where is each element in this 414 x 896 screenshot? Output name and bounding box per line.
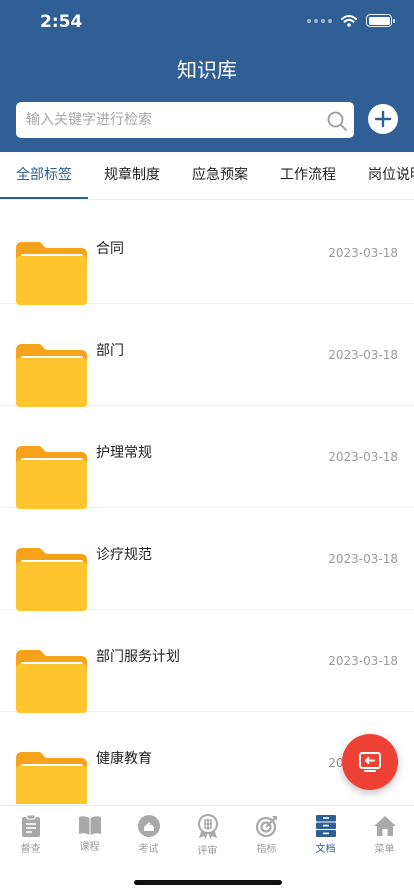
tabbar-label: 课程	[79, 842, 100, 853]
plus-icon	[374, 110, 392, 128]
tabbar-label: 菜单	[374, 844, 395, 855]
document-date: 2023-03-18	[328, 348, 398, 362]
document-date: 2023-03-18	[328, 450, 398, 464]
add-button[interactable]	[368, 104, 398, 134]
tabbar-item-menu[interactable]: 菜单	[355, 814, 414, 855]
screen-switch-icon	[359, 752, 381, 772]
status-icons	[307, 14, 395, 27]
wifi-icon	[341, 14, 357, 27]
cabinet-icon	[315, 815, 336, 837]
tabbar-item-review[interactable]: 评审	[178, 814, 237, 857]
list-item[interactable]: 部门服务计划 2023-03-18	[0, 610, 414, 713]
document-name: 健康教育	[96, 751, 152, 767]
folder-icon	[16, 548, 87, 611]
document-list: 合同 2023-03-18 部门 2023-03-18 护理常规 2023-03…	[0, 202, 414, 804]
tab-regulations[interactable]: 规章制度	[104, 152, 160, 199]
tabbar-item-metrics[interactable]: 指标	[237, 814, 296, 855]
medal-icon	[197, 814, 218, 839]
book-icon	[78, 816, 101, 835]
status-time: 2:54	[40, 12, 83, 32]
list-item[interactable]: 合同 2023-03-18	[0, 202, 414, 305]
folder-icon	[16, 650, 87, 713]
active-tab-indicator	[0, 197, 88, 199]
document-name: 部门	[96, 343, 124, 359]
search-input[interactable]	[16, 102, 316, 138]
tabbar-item-courses[interactable]: 课程	[60, 814, 119, 853]
folder-icon	[16, 446, 87, 509]
home-indicator	[134, 880, 282, 885]
document-name: 护理常规	[96, 445, 152, 461]
tab-all[interactable]: 全部标签	[16, 152, 72, 199]
tabbar-label: 指标	[256, 844, 277, 855]
list-item[interactable]: 护理常规 2023-03-18	[0, 406, 414, 509]
tab-workflows[interactable]: 工作流程	[280, 152, 336, 199]
battery-icon	[366, 14, 395, 27]
tabbar-item-exam[interactable]: 考试	[119, 814, 178, 855]
tabbar-item-inspection[interactable]: 督查	[1, 814, 60, 855]
folder-icon	[16, 344, 87, 407]
document-name: 诊疗规范	[96, 547, 152, 563]
document-name: 部门服务计划	[96, 649, 180, 665]
document-date: 2023-03-18	[328, 246, 398, 260]
tabbar-label: 文档	[315, 844, 336, 855]
search-box[interactable]	[16, 102, 354, 138]
category-tabs: 全部标签 规章制度 应急预案 工作流程 岗位说明	[0, 152, 414, 200]
header: 2:54 知识库	[0, 0, 414, 152]
tabbar-label: 督查	[20, 844, 41, 855]
exam-icon	[137, 815, 160, 837]
document-name: 合同	[96, 241, 124, 257]
document-date: 2023-03-18	[328, 552, 398, 566]
tabbar-label: 考试	[138, 844, 159, 855]
tab-emergency-plans[interactable]: 应急预案	[192, 152, 248, 199]
target-icon	[255, 816, 277, 838]
page-title: 知识库	[177, 58, 237, 82]
folder-icon	[16, 242, 87, 305]
tabbar-item-documents[interactable]: 文档	[296, 814, 355, 855]
list-item[interactable]: 部门 2023-03-18	[0, 304, 414, 407]
screen-switch-button[interactable]	[342, 734, 398, 790]
signal-icon	[307, 18, 332, 23]
document-date: 2023-03-18	[328, 654, 398, 668]
list-item[interactable]: 诊疗规范 2023-03-18	[0, 508, 414, 611]
tabbar-label: 评审	[197, 846, 218, 857]
folder-icon	[16, 752, 87, 804]
clipboard-icon	[21, 814, 40, 837]
tab-job-descriptions[interactable]: 岗位说明	[368, 152, 414, 199]
home-icon	[373, 816, 396, 836]
search-icon[interactable]	[326, 110, 348, 132]
